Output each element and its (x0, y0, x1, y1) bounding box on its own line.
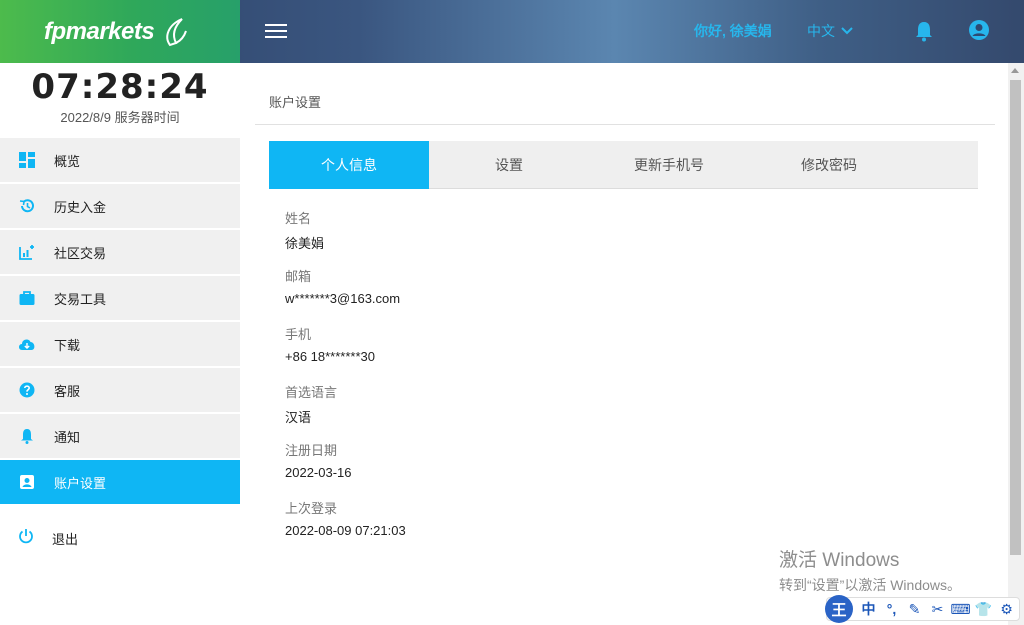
logout-label: 退出 (52, 531, 79, 547)
history-icon (18, 197, 36, 215)
tab-update-phone[interactable]: 更新手机号 (589, 141, 749, 189)
sidebar-item-label: 概览 (54, 153, 81, 169)
sidebar-item-label: 历史入金 (54, 199, 107, 215)
user-account-icon[interactable] (968, 19, 990, 41)
field-label: 手机 (285, 327, 312, 342)
page-title: 账户设置 (269, 95, 322, 110)
logout-button[interactable]: 退出 (0, 516, 240, 560)
ime-scissors-icon[interactable]: ✂ (926, 601, 949, 618)
field-value: 汉语 (285, 410, 312, 425)
ime-punctuation-icon[interactable]: °, (880, 601, 903, 617)
field-label: 上次登录 (285, 501, 338, 516)
briefcase-icon (18, 289, 36, 307)
language-label: 中文 (807, 23, 835, 39)
sidebar-item-deposit-history[interactable]: 历史入金 (0, 184, 240, 228)
field-label: 姓名 (285, 211, 312, 226)
sidebar-item-label: 下载 (54, 337, 81, 353)
ime-settings-icon[interactable]: ⚙ (995, 601, 1018, 618)
sidebar-item-label: 客服 (54, 383, 81, 399)
ime-handwriting-icon[interactable]: ✎ (903, 601, 926, 618)
field-language: 首选语言 汉语 (285, 382, 406, 440)
server-date: 2022/8/9 服务器时间 (60, 110, 180, 125)
brand-logo[interactable]: fpmarkets (0, 0, 240, 63)
tab-personal-info[interactable]: 个人信息 (269, 141, 429, 189)
brand-swoosh-icon (166, 17, 188, 46)
tab-settings[interactable]: 设置 (429, 141, 589, 189)
field-label: 邮箱 (285, 269, 312, 284)
cloud-download-icon (18, 335, 36, 353)
activation-title: 激活 Windows (779, 550, 900, 571)
ime-toolbar: 王 中 °, ✎ ✂ ⌨ 👕 ⚙ (825, 595, 1020, 623)
tab-change-password[interactable]: 修改密码 (749, 141, 909, 189)
sidebar-item-label: 通知 (54, 429, 81, 445)
field-label: 注册日期 (285, 443, 338, 458)
bell-icon (18, 427, 36, 445)
notification-bell-icon[interactable] (914, 20, 934, 42)
ime-skin-icon[interactable]: 👕 (972, 601, 995, 618)
field-email: 邮箱 w*******3@163.com (285, 266, 406, 324)
user-greeting[interactable]: 你好, 徐美娟 (694, 21, 772, 41)
sidebar-item-download[interactable]: 下载 (0, 322, 240, 366)
chart-add-icon (18, 243, 36, 261)
sidebar-item-label: 账户设置 (54, 475, 107, 491)
account-box-icon (18, 473, 36, 491)
app-root: fpmarkets 你好, 徐美娟 中文 07:28:24 2022/8/9 服… (0, 0, 1024, 625)
top-bar: fpmarkets 你好, 徐美娟 中文 (0, 0, 1024, 63)
sidebar-item-account-settings[interactable]: 账户设置 (0, 460, 240, 504)
field-name: 姓名 徐美娟 (285, 208, 406, 266)
hamburger-menu-icon[interactable] (265, 20, 287, 40)
sidebar: 07:28:24 2022/8/9 服务器时间 概览 历史入金 社区交易 交易工… (0, 63, 240, 625)
field-label: 首选语言 (285, 385, 338, 400)
help-icon (18, 381, 36, 399)
activation-subtitle: 转到“设置”以激活 Windows。 (779, 577, 962, 593)
sidebar-item-support[interactable]: 客服 (0, 368, 240, 412)
chevron-down-icon (841, 27, 853, 35)
sidebar-item-overview[interactable]: 概览 (0, 138, 240, 182)
field-value: 2022-03-16 (285, 465, 352, 480)
sidebar-item-label: 交易工具 (54, 291, 107, 307)
ime-keyboard-icon[interactable]: ⌨ (949, 601, 972, 618)
divider (255, 124, 995, 125)
field-value: +86 18*******30 (285, 349, 375, 364)
sidebar-item-trading-tools[interactable]: 交易工具 (0, 276, 240, 320)
power-icon (18, 528, 34, 549)
language-selector[interactable]: 中文 (807, 21, 853, 41)
sidebar-item-notifications[interactable]: 通知 (0, 414, 240, 458)
ime-chinese-mode-icon[interactable]: 中 (857, 599, 880, 619)
sidebar-item-social-trading[interactable]: 社区交易 (0, 230, 240, 274)
windows-activation-watermark: 激活 Windows 转到“设置”以激活 Windows。 (779, 545, 961, 595)
field-phone: 手机 +86 18*******30 (285, 324, 406, 382)
sidebar-item-label: 社区交易 (54, 245, 107, 261)
dashboard-icon (18, 151, 36, 169)
field-value: 2022-08-09 07:21:03 (285, 523, 406, 538)
field-last-login: 上次登录 2022-08-09 07:21:03 (285, 498, 406, 556)
server-clock: 07:28:24 2022/8/9 服务器时间 (0, 63, 240, 138)
personal-info-panel: 姓名 徐美娟 邮箱 w*******3@163.com 手机 +86 18***… (285, 208, 406, 556)
field-value: w*******3@163.com (285, 291, 401, 306)
scroll-up-arrow-icon[interactable] (1011, 68, 1019, 73)
settings-tabs: 个人信息 设置 更新手机号 修改密码 (269, 141, 978, 189)
server-time: 07:28:24 (31, 67, 209, 107)
scrollbar-thumb[interactable] (1010, 80, 1021, 555)
brand-name: fpmarkets (44, 17, 155, 45)
field-registration-date: 注册日期 2022-03-16 (285, 440, 406, 498)
ime-logo-icon[interactable]: 王 (825, 595, 853, 623)
field-value: 徐美娟 (285, 236, 325, 251)
